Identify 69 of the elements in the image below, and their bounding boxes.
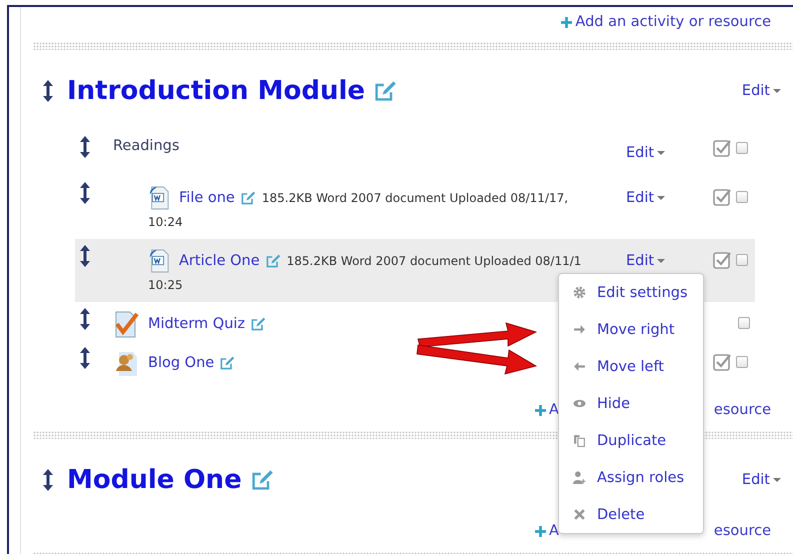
caret-icon (657, 151, 666, 155)
select-checkbox[interactable] (736, 254, 748, 266)
activity-link[interactable]: Blog One (148, 355, 214, 371)
completion-icon[interactable] (713, 353, 731, 371)
file-details: 185.2KB Word 2007 document Uploaded 08/11/1 (286, 254, 582, 268)
edit-icon[interactable] (250, 468, 274, 492)
edit-menu-button[interactable]: Edit (626, 253, 666, 269)
move-icon[interactable] (43, 469, 53, 491)
menu-item[interactable]: Move right (559, 311, 703, 348)
plus-icon (561, 16, 572, 28)
menu-item[interactable]: Duplicate (559, 422, 703, 459)
caret-icon (657, 259, 666, 263)
move-icon[interactable] (80, 308, 90, 330)
completion-icon[interactable] (713, 251, 731, 269)
activity-link[interactable]: File one (179, 190, 235, 206)
blog-icon (113, 349, 139, 377)
menu-item[interactable]: Delete (559, 496, 703, 533)
plus-icon (535, 404, 546, 416)
file-details: 185.2KB Word 2007 document Uploaded 08/11/17, (262, 191, 568, 205)
move-icon[interactable] (80, 182, 90, 204)
menu-item[interactable]: Hide (559, 385, 703, 422)
eye-icon (573, 397, 586, 410)
upload-time: 10:25 (148, 277, 183, 294)
completion-icon[interactable] (713, 139, 731, 157)
add-activity-link[interactable]: esource (714, 523, 771, 539)
activity-link[interactable]: Article One (179, 253, 260, 269)
edit-icon[interactable] (219, 355, 236, 371)
document-icon (148, 249, 170, 273)
edit-icon[interactable] (250, 316, 266, 332)
add-activity-link[interactable]: esource (714, 402, 771, 418)
caret-icon (773, 89, 781, 93)
plus-icon (535, 526, 546, 536)
document-icon (148, 186, 170, 210)
menu-item[interactable]: Assign roles (559, 459, 703, 496)
copy-icon (573, 434, 586, 447)
select-checkbox[interactable] (736, 142, 748, 154)
move-icon[interactable] (80, 347, 90, 369)
quiz-icon (113, 310, 139, 338)
edit-icon[interactable] (373, 79, 397, 103)
edit-menu-button[interactable]: Edit (742, 472, 781, 488)
arrow-left-icon (573, 360, 586, 373)
caret-icon (657, 196, 666, 200)
edit-icon[interactable] (264, 253, 281, 269)
section-title: Introduction Module (67, 76, 365, 106)
move-icon[interactable] (80, 136, 90, 158)
caret-icon (773, 478, 781, 482)
edit-menu-button[interactable]: Edit (626, 145, 666, 161)
menu-item[interactable]: Edit settings (559, 274, 703, 311)
section-title: Module One (67, 465, 242, 495)
menu-item[interactable]: Move left (559, 348, 703, 385)
select-checkbox[interactable] (736, 356, 748, 368)
edit-menu-button[interactable]: Edit (742, 83, 781, 99)
arrow-right-icon (573, 323, 586, 336)
close-icon (573, 508, 586, 521)
upload-time: 10:24 (148, 214, 183, 231)
select-checkbox[interactable] (736, 191, 748, 203)
move-icon[interactable] (80, 245, 90, 267)
label-text: Readings (113, 138, 180, 154)
move-icon[interactable] (43, 80, 53, 102)
completion-icon[interactable] (713, 188, 731, 206)
add-activity-link[interactable]: A (549, 402, 559, 418)
add-activity-link[interactable]: A (549, 523, 559, 539)
activity-link[interactable]: Midterm Quiz (148, 316, 246, 332)
select-checkbox[interactable] (738, 317, 750, 329)
user-add-icon (573, 471, 586, 484)
edit-menu-button[interactable]: Edit (626, 190, 666, 206)
settings-icon (573, 286, 586, 299)
add-activity-link[interactable]: Add an activity or resource (561, 14, 771, 30)
edit-icon[interactable] (240, 190, 256, 206)
